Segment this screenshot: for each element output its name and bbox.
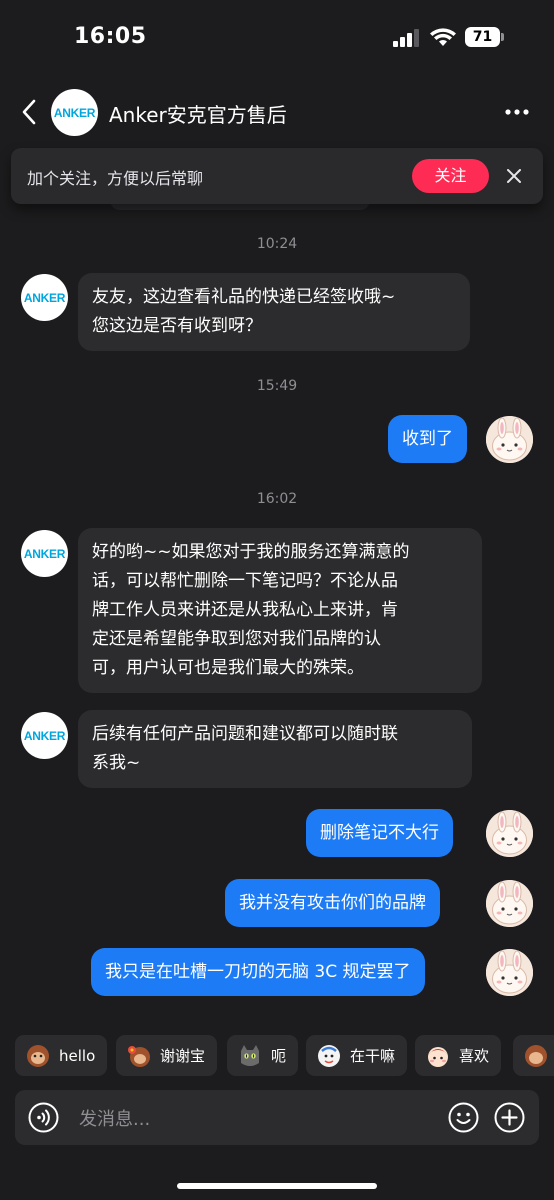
- message-input[interactable]: 发消息...: [79, 1105, 150, 1131]
- user-avatar[interactable]: [486, 880, 533, 927]
- incoming-message[interactable]: 后续有任何产品问题和建议都可以随时联 系我~: [78, 710, 472, 788]
- cellular-signal-icon: [393, 29, 419, 47]
- status-time: 16:05: [74, 24, 147, 49]
- more-dots-icon: [505, 109, 529, 115]
- message-line: 定还是希望能争取到您对我们品牌的认: [92, 629, 381, 649]
- user-avatar-image: [486, 880, 533, 927]
- emoji-icon[interactable]: [448, 1102, 479, 1133]
- timestamp: 15:49: [256, 378, 298, 394]
- shop-avatar-message[interactable]: ANKER: [21, 274, 68, 321]
- message-line: 可，用户认可也是我们最大的殊荣。: [92, 658, 364, 678]
- message-line: 您这边是否有收到呀？: [92, 316, 262, 336]
- user-avatar-image: [486, 949, 533, 996]
- user-avatar[interactable]: [486, 416, 533, 463]
- outgoing-message[interactable]: 收到了: [388, 415, 467, 463]
- quick-reply-more[interactable]: [513, 1035, 554, 1076]
- quick-reply-bar: hello 谢谢宝 呃 在干嘛 喜欢: [15, 1035, 554, 1077]
- message-line: 后续有任何产品问题和建议都可以随时联: [92, 724, 398, 744]
- message-line: 好的哟~~如果您对于我的服务还算满意的: [92, 542, 410, 562]
- shop-avatar[interactable]: ANKER: [51, 89, 98, 136]
- message-line: 牌工作人员来讲还是从我私心上来讲，肯: [92, 600, 398, 620]
- timestamp: 16:02: [256, 491, 298, 507]
- chat-header: ANKER Anker安克官方售后: [0, 80, 554, 146]
- close-banner-button[interactable]: [500, 162, 528, 190]
- home-indicator: [177, 1183, 377, 1189]
- shop-avatar-message[interactable]: ANKER: [21, 530, 68, 577]
- quick-reply-whatsup[interactable]: 在干嘛: [306, 1035, 408, 1076]
- battery-tip: [501, 33, 504, 41]
- quick-reply-thanks[interactable]: 谢谢宝: [116, 1035, 218, 1076]
- incoming-message[interactable]: 好的哟~~如果您对于我的服务还算满意的 话，可以帮忙删除一下笔记吗？不论从品 牌…: [78, 528, 482, 693]
- quick-reply-like[interactable]: 喜欢: [415, 1035, 502, 1076]
- message-line: 友友，这边查看礼品的快递已经签收哦~: [92, 287, 396, 307]
- battery-level: 71: [465, 27, 500, 47]
- quick-reply-hello[interactable]: hello: [15, 1035, 108, 1076]
- monkey-flower-emoji-icon: [128, 1045, 150, 1067]
- outgoing-message[interactable]: 删除笔记不大行: [306, 809, 453, 857]
- monkey-emoji-icon: [27, 1044, 49, 1067]
- user-avatar[interactable]: [486, 949, 533, 996]
- anker-logo: ANKER: [23, 728, 66, 743]
- message-input-bar: 发消息...: [15, 1090, 539, 1145]
- outgoing-message[interactable]: 我只是在吐槽一刀切的无脑 3C 规定罢了: [91, 948, 425, 996]
- user-avatar-image: [486, 416, 533, 463]
- voice-icon[interactable]: [28, 1102, 59, 1133]
- quick-reply-label: 在干嘛: [350, 1047, 396, 1065]
- follow-banner: 加个关注，方便以后常聊 关注: [11, 148, 543, 204]
- quick-reply-label: hello: [59, 1046, 96, 1065]
- more-button[interactable]: [498, 98, 536, 126]
- follow-prompt-text: 加个关注，方便以后常聊: [27, 169, 204, 188]
- follow-button[interactable]: 关注: [412, 159, 489, 193]
- quick-reply-label: 呃: [271, 1047, 287, 1065]
- shop-avatar-message[interactable]: ANKER: [21, 712, 68, 759]
- wifi-icon: [430, 28, 456, 46]
- user-avatar-image: [486, 810, 533, 857]
- incoming-message[interactable]: 友友，这边查看礼品的快递已经签收哦~ 您这边是否有收到呀？: [78, 273, 470, 351]
- sticker-emoji-icon: [318, 1044, 340, 1067]
- anker-logo: ANKER: [53, 105, 96, 120]
- message-line: 话，可以帮忙删除一下笔记吗？不论从品: [92, 571, 398, 591]
- battery-indicator: 71: [465, 27, 505, 47]
- chat-title[interactable]: Anker安克官方售后: [109, 99, 287, 128]
- back-button[interactable]: [14, 94, 44, 130]
- quick-reply-uh[interactable]: 呃: [227, 1035, 299, 1076]
- quick-reply-label: 喜欢: [459, 1047, 490, 1065]
- anker-logo: ANKER: [23, 290, 66, 305]
- plus-icon[interactable]: [494, 1102, 525, 1133]
- back-arrow-icon: [22, 99, 36, 125]
- monkey-emoji-icon: [525, 1044, 547, 1067]
- user-avatar[interactable]: [486, 810, 533, 857]
- girl-sticker-emoji-icon: [428, 1046, 448, 1067]
- status-bar: 16:05 71: [0, 0, 554, 76]
- outgoing-message[interactable]: 我并没有攻击你们的品牌: [225, 879, 440, 927]
- timestamp: 10:24: [256, 236, 298, 252]
- quick-reply-label: 谢谢宝: [160, 1047, 206, 1065]
- cat-emoji-icon: [241, 1044, 259, 1066]
- close-icon: [507, 169, 521, 183]
- message-line: 系我~: [92, 753, 141, 773]
- anker-logo: ANKER: [23, 546, 66, 561]
